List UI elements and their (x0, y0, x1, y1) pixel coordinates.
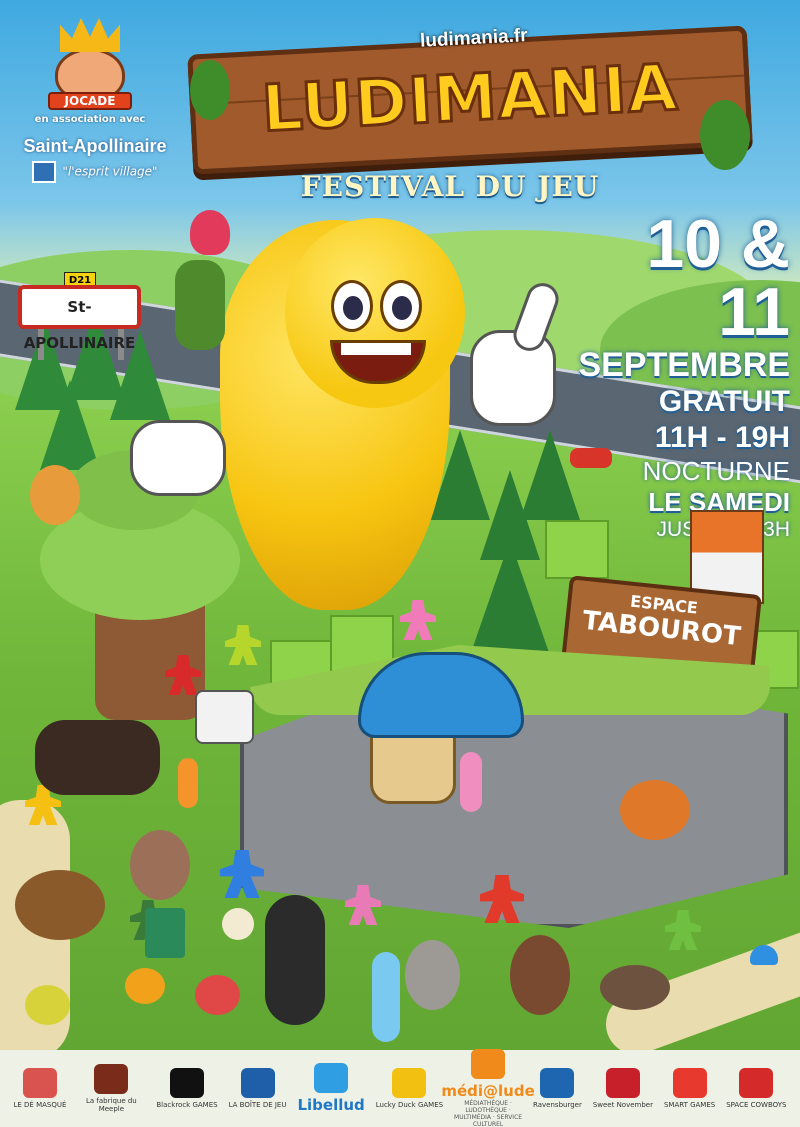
sponsor-logo: Lucky Duck GAMES (376, 1068, 443, 1109)
mouse-icon (130, 830, 190, 900)
event-month: SEPTEMBRE (578, 346, 790, 384)
worm-icon (372, 952, 400, 1042)
red-car-icon (570, 448, 612, 468)
festival-poster: JOCADE en association avec Saint-Apollin… (0, 0, 800, 1127)
space-cowboys-icon (739, 1068, 774, 1098)
smartgames-icon (672, 1068, 707, 1098)
event-dates: 10 & 11 (646, 206, 790, 350)
sponsor-logo: Ravensburger (533, 1068, 582, 1109)
flower-head-icon (190, 210, 230, 255)
rabbit-icon (405, 940, 460, 1010)
event-info: 10 & 11 SEPTEMBRE GRATUIT 11H - 19H NOCT… (560, 210, 790, 542)
mascot-eye (331, 280, 373, 332)
sponsor-name: Libellud (297, 1096, 365, 1114)
village-block: Saint-Apollinaire "l'esprit village" (10, 132, 180, 183)
badger-icon (265, 895, 325, 1025)
sponsor-logo: SMART GAMES (664, 1068, 715, 1109)
libellud-icon (314, 1063, 349, 1093)
meeple-icon (94, 1064, 129, 1094)
sponsor-name: Ravensburger (533, 1101, 582, 1109)
sponsor-name: Sweet November (592, 1101, 653, 1109)
scarecrow-icon (30, 465, 80, 525)
worm-icon (178, 758, 198, 808)
sponsor-logo: Blackrock GAMES (156, 1068, 218, 1109)
sponsor-logo: Sweet November (593, 1068, 653, 1109)
sponsor-name: SMART GAMES (663, 1101, 716, 1109)
jocade-logo: JOCADE en association avec (30, 18, 150, 125)
frog-icon (125, 968, 165, 1004)
association-text: en association avec (34, 114, 146, 125)
sponsor-name: La fabrique du Meeple (86, 1097, 137, 1113)
cookie-icon (222, 908, 254, 940)
pine-tree (40, 380, 100, 470)
village-tagline: "l'esprit village" (10, 161, 180, 183)
sponsor-logo: SPACE COWBOYS (726, 1068, 786, 1109)
boite-icon (240, 1068, 275, 1098)
sponsor-logo: La fabrique du Meeple (77, 1064, 145, 1113)
village-name: Saint-Apollinaire (23, 136, 167, 156)
sponsor-subtitle: MÉDIATHÈQUE · LUDOTHÈQUE · MULTIMÉDIA · … (454, 1100, 523, 1127)
sponsor-logo: LE DÉ MASQUÉ (13, 1068, 66, 1109)
hedgehog-icon (600, 965, 670, 1010)
mushroom-small-icon (750, 945, 778, 965)
sponsor-name: LE DÉ MASQUÉ (13, 1101, 67, 1109)
mascot-eye (380, 280, 422, 332)
frog-icon (195, 975, 240, 1015)
duck-block-icon (145, 908, 185, 958)
sponsor-bar: LE DÉ MASQUÉ La fabrique du Meeple Blackro… (0, 1049, 800, 1127)
blackrock-icon (169, 1068, 204, 1098)
masked-die-icon (22, 1068, 57, 1098)
duck-icon (392, 1068, 427, 1098)
town-sign: St-APOLLINAIRE (18, 285, 141, 352)
plant-creature-icon (175, 260, 225, 350)
ravensburger-icon (540, 1068, 575, 1098)
event-price: GRATUIT (658, 385, 790, 419)
meeple-icon (225, 625, 261, 665)
jocade-label: JOCADE (48, 92, 132, 110)
village-tagline-text: "l'esprit village" (62, 164, 158, 179)
bear-icon (35, 720, 160, 795)
boar-icon (510, 935, 570, 1015)
squirrel-icon (620, 780, 690, 840)
sponsor-name: Blackrock GAMES (156, 1101, 218, 1109)
sponsor-logo: médi@lude MÉDIATHÈQUE · LUDOTHÈQUE · MULT… (441, 1049, 535, 1127)
sponsor-logo: LA BOÎTE DE JEU (228, 1068, 287, 1109)
medialude-icon (471, 1049, 506, 1079)
meeple-icon (665, 910, 701, 950)
beaver-icon (15, 870, 105, 940)
village-crest-icon (32, 161, 57, 183)
unicorn-dice-icon (195, 690, 254, 744)
sponsor-logo: Libellud (297, 1063, 365, 1114)
sponsor-name: Lucky Duck GAMES (375, 1101, 444, 1109)
mascot-glove-pointing (470, 330, 556, 426)
festival-subtitle: FESTIVAL DU JEU (300, 170, 600, 203)
crown-icon (60, 18, 120, 52)
mascot-glove-left (130, 420, 226, 496)
sponsor-name: LA BOÎTE DE JEU (228, 1101, 287, 1109)
sponsor-name: SPACE COWBOYS (726, 1101, 787, 1109)
frog-icon (25, 985, 70, 1025)
sponsor-name: médi@lude (441, 1082, 535, 1100)
leaf-icon (605, 1068, 640, 1098)
meeple-icon (400, 600, 436, 640)
worm-icon (460, 752, 482, 812)
